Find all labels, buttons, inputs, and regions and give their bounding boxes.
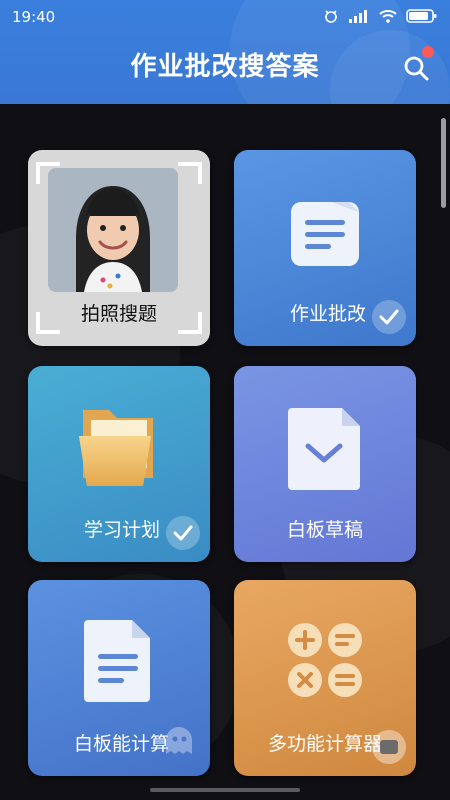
wifi-icon xyxy=(378,8,398,28)
page-title: 作业批改搜答案 xyxy=(130,52,320,82)
notification-dot xyxy=(422,46,434,58)
card-whiteboard-draft[interactable]: 白板草稿 xyxy=(234,366,416,562)
check-badge xyxy=(372,300,406,334)
status-time: 19:40 xyxy=(12,8,56,26)
app-header: 19:40 作业批改搜答案 xyxy=(0,0,450,104)
card-calculator[interactable]: 多功能计算器 xyxy=(234,580,416,776)
bug-icon xyxy=(322,7,340,29)
document-lines-icon xyxy=(287,198,363,274)
check-icon xyxy=(379,309,399,325)
card-label: 拍照搜题 xyxy=(80,303,157,325)
chat-bubble-icon xyxy=(380,740,398,754)
scrollbar[interactable] xyxy=(441,118,446,208)
card-label: 白板草稿 xyxy=(286,519,363,541)
status-bar: 19:40 xyxy=(0,0,450,34)
check-icon xyxy=(173,525,193,541)
check-badge xyxy=(166,516,200,550)
card-homework-correct[interactable]: 作业批改 xyxy=(234,150,416,346)
status-icons xyxy=(322,7,438,29)
card-whiteboard-calc[interactable]: 白板能计算 xyxy=(28,580,210,776)
card-study-plan[interactable]: 学习计划 xyxy=(28,366,210,562)
battery-icon xyxy=(406,8,438,28)
document-lines-icon xyxy=(82,616,156,708)
calculator-icon xyxy=(285,620,365,704)
paper-chevron-icon xyxy=(286,404,364,496)
photo-thumbnail xyxy=(48,168,178,292)
home-indicator[interactable] xyxy=(150,788,300,792)
folder-icon xyxy=(77,402,161,496)
mascot-icon xyxy=(162,722,196,762)
signal-icon xyxy=(348,8,370,28)
floating-chat-button[interactable] xyxy=(372,730,406,764)
card-photo-search[interactable]: 拍照搜题 xyxy=(28,150,210,346)
